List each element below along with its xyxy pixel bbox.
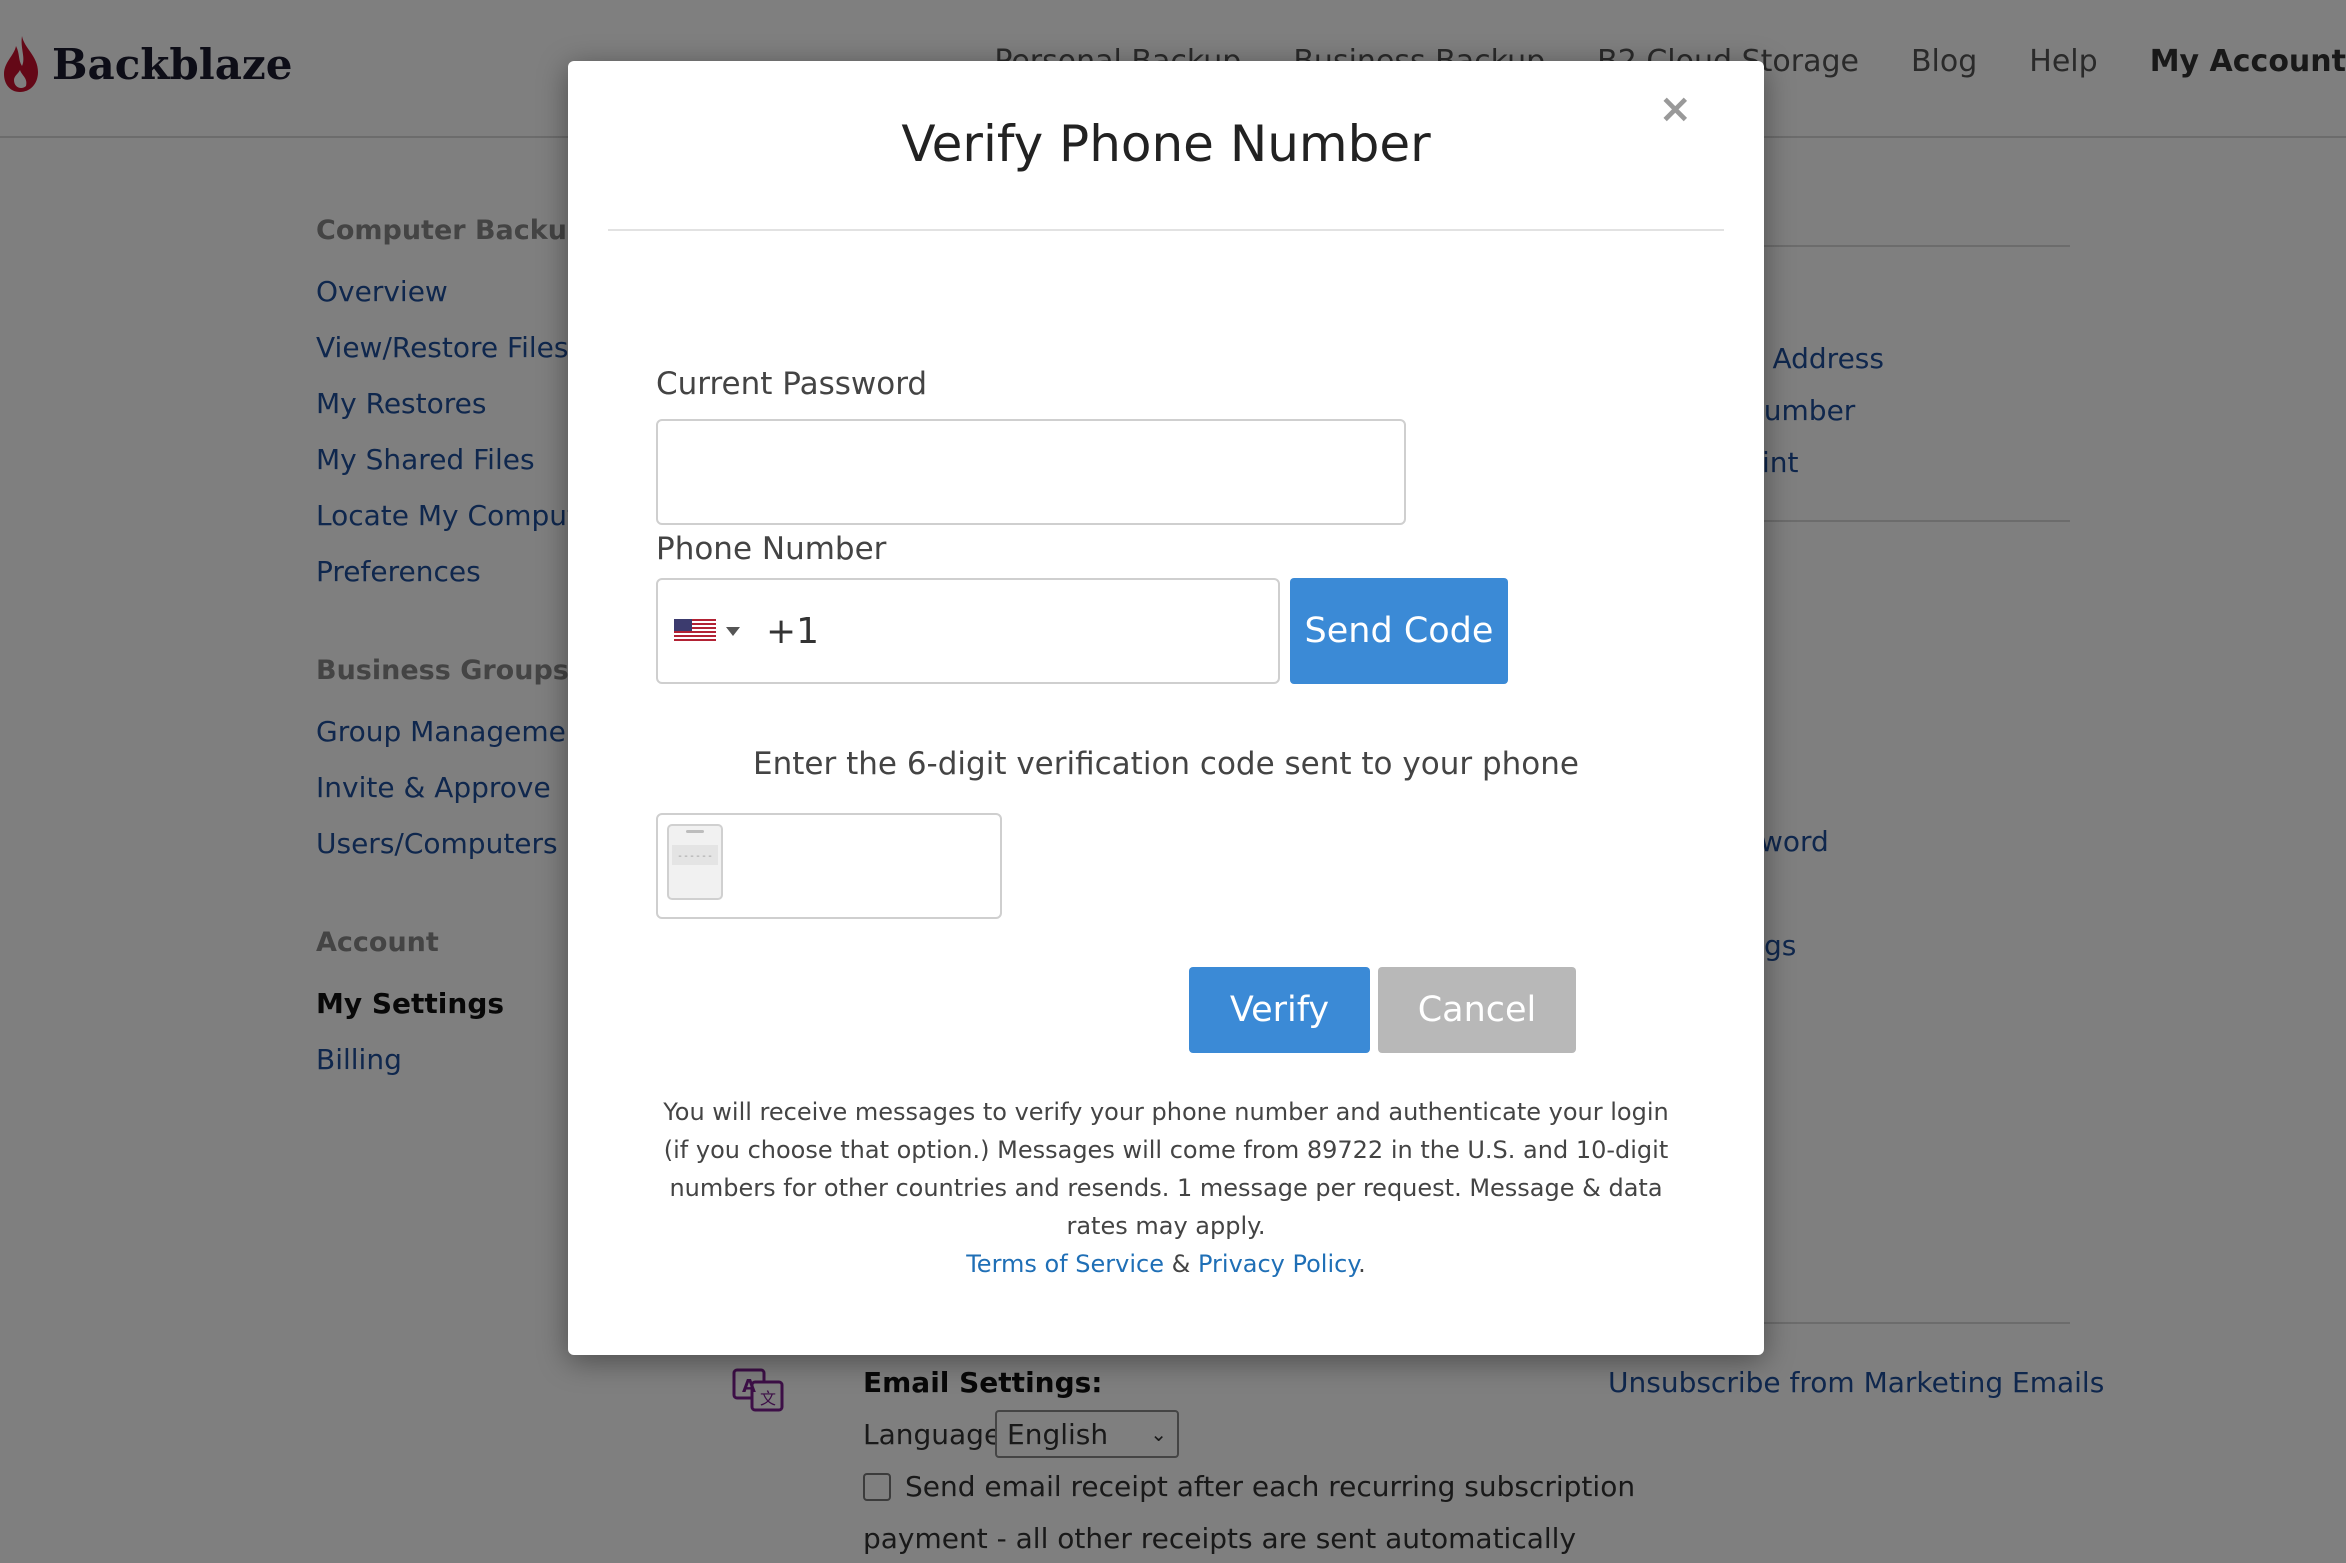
current-password-label: Current Password [656,366,928,402]
send-code-button[interactable]: Send Code [1290,578,1508,684]
one-time-code-icon: ------ [667,824,723,900]
svg-text:------: ------ [677,851,713,862]
disclaimer-text: You will receive messages to verify your… [663,1098,1669,1240]
cancel-button[interactable]: Cancel [1378,967,1576,1053]
dialog-title: Verify Phone Number [901,115,1431,173]
verification-code-input[interactable]: ------ [656,813,1002,919]
country-dial-code: +1 [766,610,820,652]
terms-of-service-link[interactable]: Terms of Service [966,1250,1164,1278]
verify-phone-dialog: × Verify Phone Number Current Password P… [568,61,1764,1355]
us-flag-icon[interactable] [674,619,716,643]
country-dropdown-icon[interactable] [726,626,740,636]
privacy-policy-link[interactable]: Privacy Policy [1198,1250,1358,1278]
phone-number-input[interactable]: +1 [656,578,1280,684]
verification-instruction: Enter the 6-digit verification code sent… [753,746,1579,782]
verify-button[interactable]: Verify [1189,967,1370,1053]
ampersand: & [1171,1250,1191,1278]
sms-disclaimer: You will receive messages to verify your… [648,1093,1684,1283]
period: . [1358,1250,1366,1278]
divider [608,229,1724,231]
current-password-input[interactable] [656,419,1406,525]
phone-number-label: Phone Number [656,531,887,567]
